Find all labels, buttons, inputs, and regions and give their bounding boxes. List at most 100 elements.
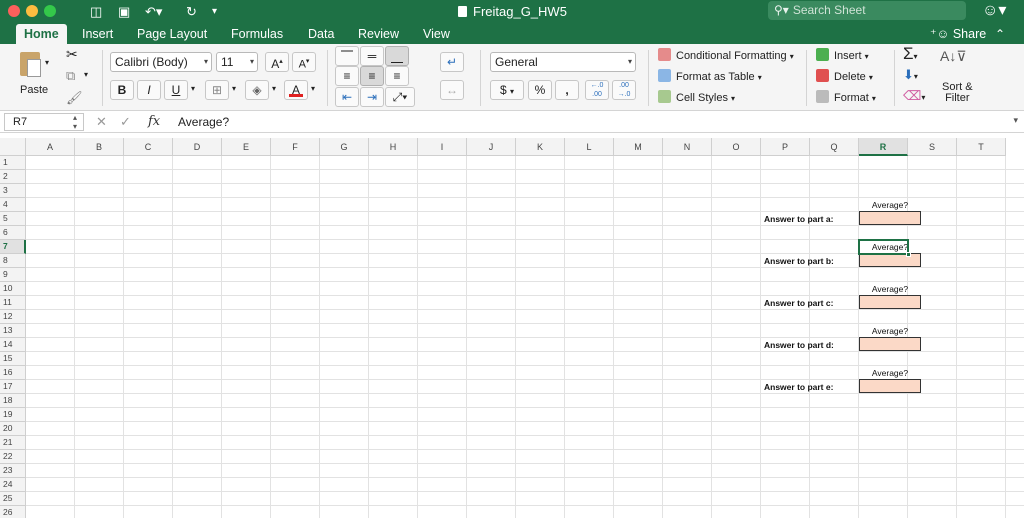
decrease-font-size-button[interactable]: A▾ <box>292 52 316 72</box>
zoom-window-button[interactable] <box>44 5 56 17</box>
name-box[interactable]: R7 ▴ ▾ <box>4 113 84 131</box>
sort-filter-button[interactable]: Sort & Filter <box>942 82 973 104</box>
confirm-formula-icon[interactable]: ✓ <box>120 113 131 131</box>
redo-icon[interactable]: ↻ <box>186 3 197 21</box>
row-header-10[interactable]: 10 <box>0 282 26 296</box>
row-header-14[interactable]: 14 <box>0 338 26 352</box>
column-header-k[interactable]: K <box>516 138 565 156</box>
row-header-4[interactable]: 4 <box>0 198 26 212</box>
answer-cell-b[interactable] <box>859 253 921 267</box>
answer-cell-d[interactable] <box>859 337 921 351</box>
borders-button[interactable]: ⊞ <box>205 80 229 100</box>
currency-format-button[interactable]: $ ▾ <box>490 80 524 100</box>
row-header-2[interactable]: 2 <box>0 170 26 184</box>
autosum-icon[interactable]: Σ▾ <box>903 44 918 64</box>
fill-color-dropdown-icon[interactable]: ▾ <box>272 84 276 93</box>
column-header-d[interactable]: D <box>173 138 222 156</box>
name-box-stepper-icon[interactable]: ▴ ▾ <box>73 113 77 131</box>
row-header-5[interactable]: 5 <box>0 212 26 226</box>
tab-view[interactable]: View <box>423 24 450 44</box>
format-cells-button[interactable]: Format ▾ <box>816 90 876 104</box>
align-bottom-button[interactable]: ⎽ <box>385 46 409 66</box>
sidebar-toggle-icon[interactable]: ◫ <box>90 3 102 21</box>
answer-cell-a[interactable] <box>859 211 921 225</box>
row-header-26[interactable]: 26 <box>0 506 26 518</box>
delete-cells-button[interactable]: Delete ▾ <box>816 69 873 83</box>
row-header-3[interactable]: 3 <box>0 184 26 198</box>
column-header-s[interactable]: S <box>908 138 957 156</box>
clear-icon[interactable]: ⌫▾ <box>903 88 925 104</box>
search-sheet-input[interactable]: ⚲▾ Search Sheet <box>768 1 966 20</box>
font-size-select[interactable]: 11 ▾ <box>216 52 258 72</box>
cut-icon[interactable]: ✂ <box>66 46 78 63</box>
selected-cell-outline[interactable] <box>858 239 909 255</box>
column-header-j[interactable]: J <box>467 138 516 156</box>
font-name-select[interactable]: Calibri (Body) ▾ <box>110 52 212 72</box>
wrap-text-button[interactable]: ↵ <box>440 52 464 72</box>
paste-button[interactable] <box>17 50 45 80</box>
font-color-dropdown-icon[interactable]: ▾ <box>311 84 315 93</box>
column-header-m[interactable]: M <box>614 138 663 156</box>
increase-indent-button[interactable]: ⇥ <box>360 87 384 107</box>
row-header-12[interactable]: 12 <box>0 310 26 324</box>
collapse-ribbon-icon[interactable]: ⌃ <box>995 24 1005 44</box>
align-middle-button[interactable]: ═ <box>360 46 384 66</box>
copy-dropdown-icon[interactable]: ▾ <box>84 70 88 79</box>
cancel-formula-icon[interactable]: ✕ <box>96 113 107 131</box>
row-header-6[interactable]: 6 <box>0 226 26 240</box>
column-header-p[interactable]: P <box>761 138 810 156</box>
insert-cells-button[interactable]: Insert ▾ <box>816 48 869 62</box>
answer-cell-c[interactable] <box>859 295 921 309</box>
column-header-q[interactable]: Q <box>810 138 859 156</box>
conditional-formatting-button[interactable]: Conditional Formatting ▾ <box>658 48 794 62</box>
feedback-smiley-icon[interactable]: ☺▾ <box>982 1 1006 21</box>
column-header-r[interactable]: R <box>859 138 908 156</box>
row-header-7[interactable]: 7 <box>0 240 26 254</box>
close-window-button[interactable] <box>8 5 20 17</box>
tab-page-layout[interactable]: Page Layout <box>137 24 207 44</box>
align-right-button[interactable]: ≡ <box>385 66 409 86</box>
expand-formula-bar-icon[interactable]: ▾ <box>1013 115 1018 126</box>
customize-toolbar-icon[interactable]: ▾ <box>212 3 217 21</box>
share-button[interactable]: ⁺☺ Share <box>930 24 986 44</box>
tab-data[interactable]: Data <box>308 24 334 44</box>
row-header-8[interactable]: 8 <box>0 254 26 268</box>
row-header-18[interactable]: 18 <box>0 394 26 408</box>
insert-function-icon[interactable]: fx <box>148 113 160 131</box>
tab-insert[interactable]: Insert <box>82 24 113 44</box>
save-icon[interactable]: ▣ <box>118 3 130 21</box>
row-header-21[interactable]: 21 <box>0 436 26 450</box>
number-format-select[interactable]: General ▾ <box>490 52 636 72</box>
row-header-25[interactable]: 25 <box>0 492 26 506</box>
italic-button[interactable]: I <box>137 80 161 100</box>
decrease-indent-button[interactable]: ⇤ <box>335 87 359 107</box>
minimize-window-button[interactable] <box>26 5 38 17</box>
increase-decimal-button[interactable]: ←.0 .00 <box>585 80 609 100</box>
increase-font-size-button[interactable]: A▴ <box>265 52 289 72</box>
align-left-button[interactable]: ≡ <box>335 66 359 86</box>
row-header-19[interactable]: 19 <box>0 408 26 422</box>
column-header-h[interactable]: H <box>369 138 418 156</box>
column-header-e[interactable]: E <box>222 138 271 156</box>
orientation-button[interactable]: ⤢▾ <box>385 87 415 107</box>
align-top-button[interactable]: ⎺ <box>335 46 359 66</box>
column-header-i[interactable]: I <box>418 138 467 156</box>
row-header-9[interactable]: 9 <box>0 268 26 282</box>
row-header-17[interactable]: 17 <box>0 380 26 394</box>
fill-color-button[interactable]: ◈ <box>245 80 269 100</box>
row-header-20[interactable]: 20 <box>0 422 26 436</box>
column-header-g[interactable]: G <box>320 138 369 156</box>
bold-button[interactable]: B <box>110 80 134 100</box>
align-center-button[interactable]: ≡ <box>360 66 384 86</box>
row-header-22[interactable]: 22 <box>0 450 26 464</box>
format-painter-icon[interactable]: 🖌 <box>66 90 83 106</box>
underline-dropdown-icon[interactable]: ▾ <box>191 84 195 93</box>
decrease-decimal-button[interactable]: .00 →.0 <box>612 80 636 100</box>
column-header-t[interactable]: T <box>957 138 1006 156</box>
select-all-corner[interactable] <box>0 138 26 156</box>
tab-review[interactable]: Review <box>358 24 399 44</box>
formula-input[interactable]: Average? <box>178 113 229 131</box>
row-header-15[interactable]: 15 <box>0 352 26 366</box>
copy-icon[interactable]: ⧉ <box>66 68 75 84</box>
row-header-13[interactable]: 13 <box>0 324 26 338</box>
